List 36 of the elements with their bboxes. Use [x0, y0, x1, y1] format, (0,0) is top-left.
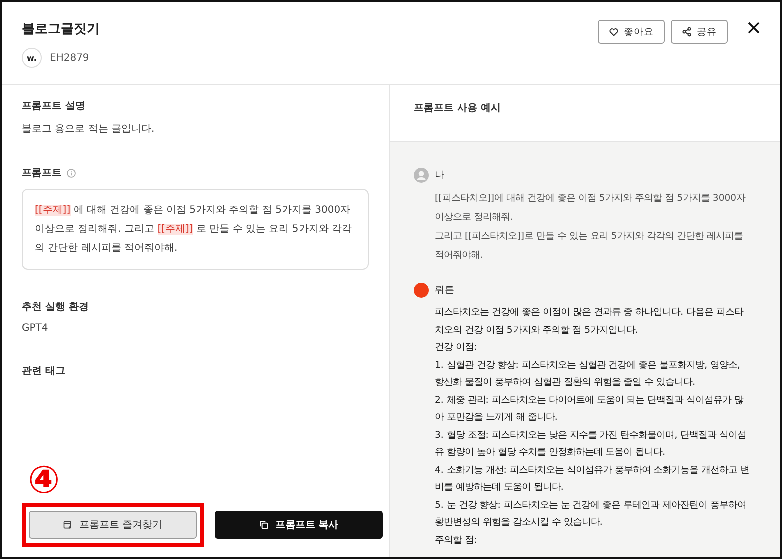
- heart-icon: [609, 27, 619, 37]
- close-button[interactable]: [748, 22, 760, 34]
- message-text: 5. 눈 건강 향상: 피스타치오는 눈 건강에 좋은 루테인과 제아잔틴이 풍부하여 황반변성의 위험을 감소시킬 수 있습니다.: [435, 498, 748, 530]
- like-button[interactable]: 좋아요: [598, 20, 665, 44]
- section-value: 블로그 용으로 적는 글입니다.: [22, 123, 156, 136]
- section-label: 추천 실행 환경: [22, 301, 89, 314]
- message-text: 1. 심혈관 건강 향상: 피스타치오는 심혈관 건강에 좋은 불포화지방, 영양소, 항산화 물질이 풍부하여 심혈관 질환의 위험을 줄일 수 있습니다.: [435, 358, 742, 390]
- section-label: 관련 태그: [22, 365, 66, 378]
- panel-title: 프롬프트 사용 예시: [414, 103, 501, 114]
- author-name: EH2879: [50, 52, 90, 64]
- bookmark-plus-icon: [63, 520, 74, 530]
- message-text: 주의할 점:: [435, 534, 478, 548]
- copy-icon: [259, 520, 270, 530]
- message-text: [[피스타치오]]에 대해 건강에 좋은 이점 5가지와 주의할 점 5가지를 3000자 이상으로 정리해줘.: [435, 192, 747, 225]
- message-text: 피스타치오는 건강에 좋은 이점이 많은 견과류 중 하나입니다. 다음은 피스타치오의 건강 이점 5가지와 주의할 점 5가지입니다.: [435, 306, 745, 338]
- message-text: 3. 혈당 조절: 피스타치오는 낮은 지수를 가진 탄수화물이며, 단백질과 식이섬유 함량이 높아 혈당 수치를 안정화하는데 도움이 됩니다.: [435, 428, 748, 460]
- user-avatar-icon: [414, 168, 429, 183]
- author-name: 나: [435, 169, 445, 182]
- author-name: 뤼튼: [435, 284, 455, 297]
- share-icon: [682, 27, 692, 37]
- favorite-prompt-button[interactable]: 프롬프트 즐겨찾기: [29, 511, 197, 539]
- message-text: 그리고 [[피스타치오]]로 만들 수 있는 요리 5가지와 각각의 간단한 레시피를 적어줘야해.: [435, 230, 744, 263]
- info-icon: [67, 168, 76, 178]
- message-text: 건강 이점:: [435, 341, 478, 355]
- prompt-text: [[주제]] 에 대해 건강에 좋은 이점 5가지와 주의할 점 5가지를 3000자 이상으로 정리해줘. 그리고 [[주제]] 로 만들 수 있는 요리 5가지와 각각의 간단한 레시피를 적어줘야해.: [22, 189, 369, 270]
- page-title: 블로그글짓기: [22, 21, 100, 38]
- step-number: ④: [28, 461, 62, 499]
- assistant-avatar: [414, 283, 429, 298]
- share-button[interactable]: 공유: [671, 20, 728, 44]
- section-value: GPT4: [22, 323, 50, 334]
- message-text: 2. 체중 관리: 피스타치오는 다이어트에 도움이 되는 단백질과 식이섬유가 많아 포만감을 느끼게 해 줍니다.: [435, 394, 745, 425]
- message-text: 4. 소화기능 개선: 피스타치오는 식이섬유가 풍부하여 소화기능을 개선하고 변비를 예방하는데 도움이 됩니다.: [435, 464, 750, 495]
- section-label: 프롬프트 설명: [22, 100, 86, 113]
- author-avatar: w.: [22, 48, 42, 68]
- copy-prompt-button[interactable]: 프롬프트 복사: [215, 511, 383, 539]
- section-label: 프롬프트: [22, 167, 62, 180]
